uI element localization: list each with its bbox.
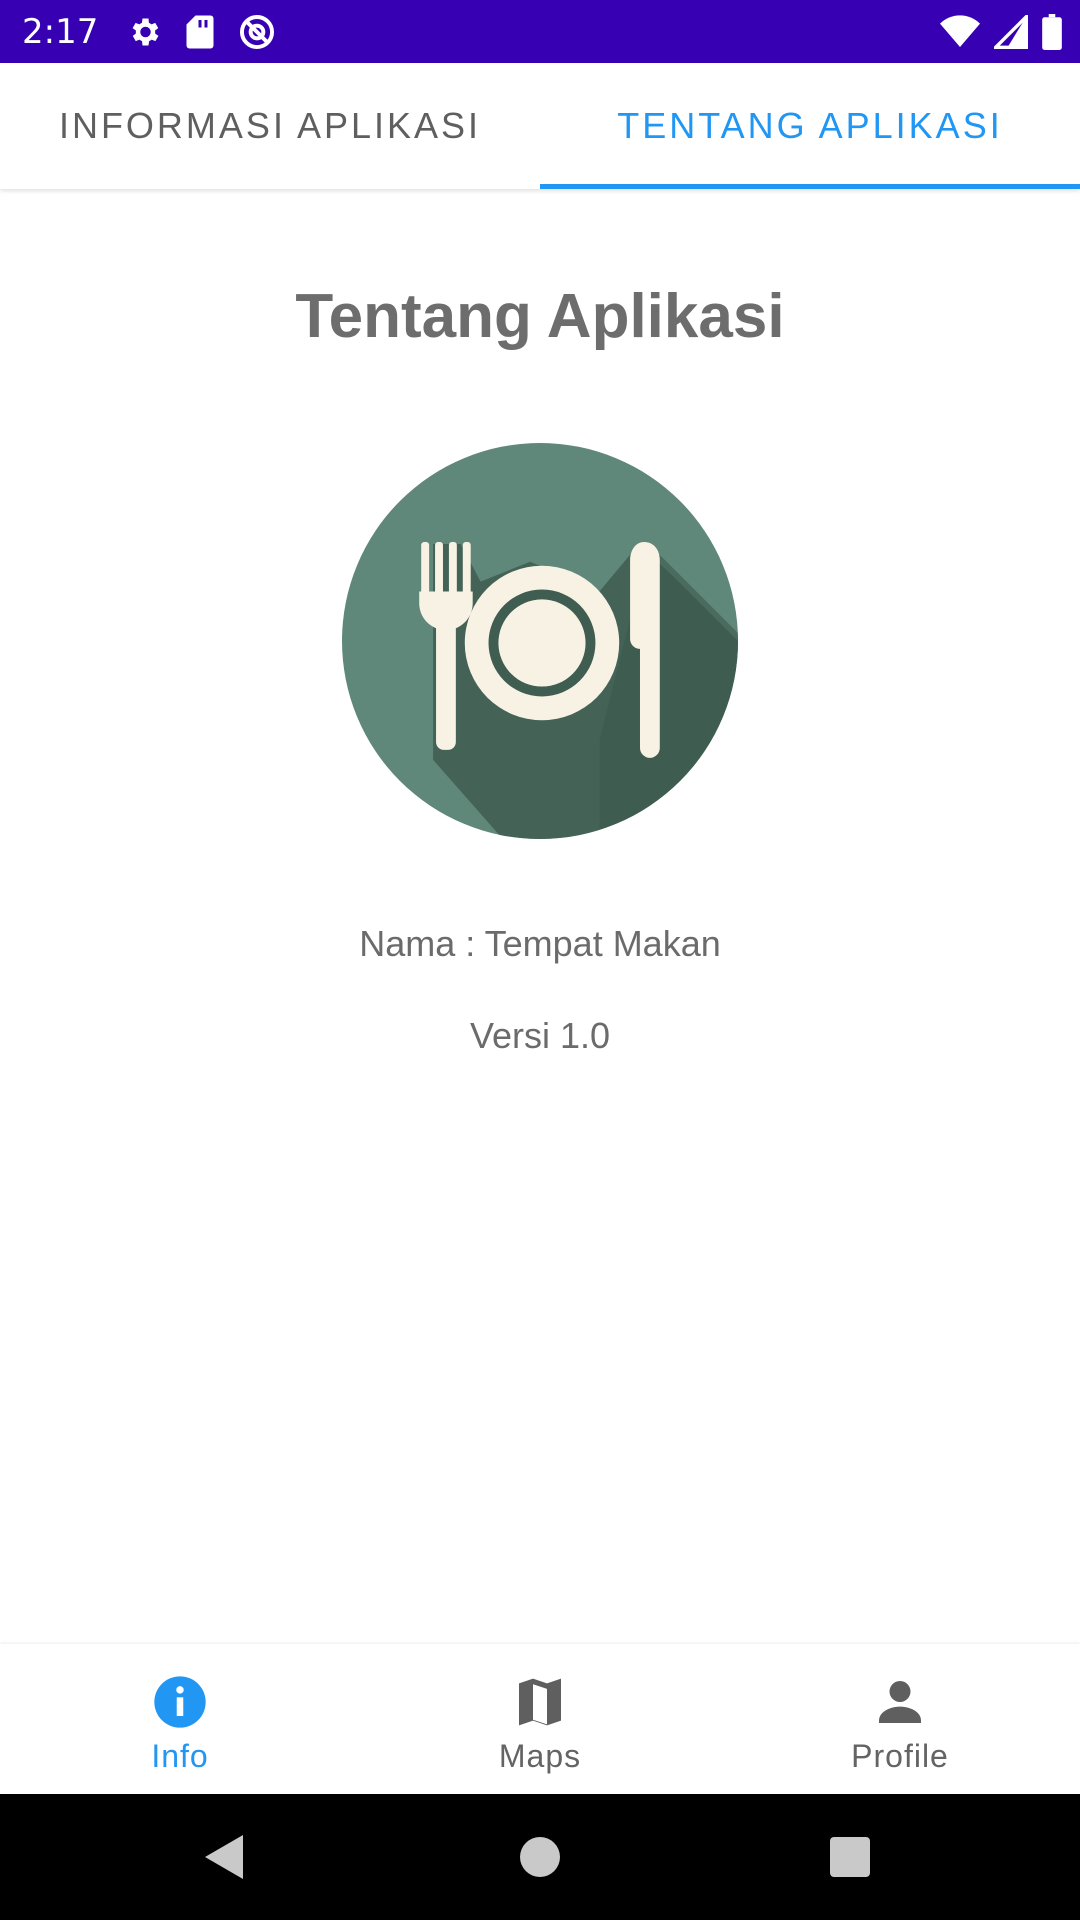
tab-label: TENTANG APLIKASI	[617, 105, 1003, 146]
page-title: Tentang Aplikasi	[295, 282, 785, 351]
status-right-icons	[926, 0, 1062, 63]
nav-item-maps[interactable]: Maps	[360, 1644, 720, 1794]
tab-tentang-aplikasi[interactable]: TENTANG APLIKASI	[540, 63, 1080, 189]
home-icon	[520, 1837, 560, 1877]
recents-icon	[830, 1837, 870, 1877]
status-bar: 2:17	[0, 0, 1080, 63]
recents-button[interactable]	[790, 1794, 910, 1920]
info-icon	[154, 1676, 206, 1728]
nav-label: Profile	[851, 1738, 949, 1774]
tab-informasi-aplikasi[interactable]: INFORMASI APLIKASI	[0, 63, 540, 189]
status-left-icons	[126, 13, 298, 51]
map-icon	[519, 1678, 561, 1726]
back-icon	[205, 1835, 243, 1879]
plate-fork-knife-icon	[342, 443, 738, 839]
home-button[interactable]	[480, 1794, 600, 1920]
battery-icon	[1042, 13, 1062, 50]
nav-item-profile[interactable]: Profile	[720, 1644, 1080, 1794]
signal-icon	[994, 14, 1028, 49]
about-content: Tentang Aplikasi Nama : Tempat Makan Ver…	[0, 189, 1080, 1644]
app-version: Versi 1.0	[469, 1015, 611, 1056]
nav-label: Info	[151, 1738, 209, 1774]
person-icon	[879, 1681, 921, 1723]
nav-item-info[interactable]: Info	[0, 1644, 360, 1794]
back-button[interactable]	[165, 1794, 285, 1920]
tab-bar: INFORMASI APLIKASI TENTANG APLIKASI	[0, 63, 1080, 189]
gear-icon	[132, 18, 159, 45]
system-navigation-bar	[0, 1794, 1080, 1920]
nav-label: Maps	[498, 1738, 582, 1774]
sd-card-icon	[186, 15, 214, 48]
status-time: 2:17	[22, 11, 99, 52]
at-sign-icon	[240, 14, 275, 49]
tab-indicator	[540, 184, 1080, 189]
bottom-navigation: Info Maps Profile	[0, 1644, 1080, 1794]
app-name: Nama : Tempat Makan	[359, 923, 721, 964]
wifi-icon	[940, 14, 980, 47]
tab-label: INFORMASI APLIKASI	[58, 105, 482, 146]
